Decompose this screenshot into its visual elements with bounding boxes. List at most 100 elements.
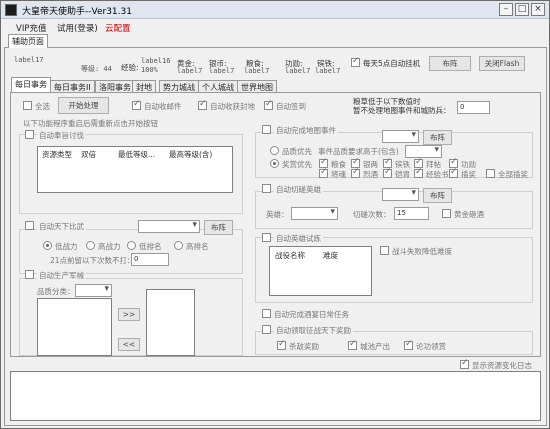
cut-times-input[interactable]: 15 bbox=[394, 207, 429, 220]
refresh-label: 21点前留以下次数不打： bbox=[50, 256, 135, 265]
restart-note: 以下功能程序重启后需重新点击开始按钮 bbox=[23, 119, 158, 128]
auto-fief-checkbox[interactable] bbox=[198, 99, 207, 110]
radio-quality-first[interactable] bbox=[270, 146, 279, 155]
show-log-checkbox[interactable] bbox=[460, 358, 469, 369]
auto-cut-checkbox[interactable] bbox=[262, 184, 271, 193]
world-battle-group bbox=[19, 229, 243, 274]
radio-high-power-label: 高战力 bbox=[98, 242, 121, 251]
quality-select[interactable] bbox=[75, 284, 112, 297]
auto-bounty-checkbox[interactable] bbox=[25, 130, 34, 139]
quality-label: 品质分类： bbox=[37, 287, 75, 296]
grain-threshold-input[interactable]: 0 bbox=[457, 101, 490, 114]
layout-button[interactable]: 布阵 bbox=[429, 56, 471, 71]
app-window: 大皇帝天使助手--Ver31.31 – □ × VIP充值 试用(登录) 云配置… bbox=[0, 0, 550, 429]
map-layout-button[interactable]: 布阵 bbox=[423, 130, 452, 145]
auto-daily-task-label: 自动完成酒宴日常任务 bbox=[274, 310, 349, 319]
auto-signin-checkbox[interactable] bbox=[264, 99, 273, 110]
radio-high-rank[interactable] bbox=[174, 241, 183, 250]
start-button[interactable]: 开始处理 bbox=[58, 97, 109, 114]
close-flash-button[interactable]: 关闭Flash bbox=[479, 56, 525, 71]
radio-high-power[interactable] bbox=[86, 241, 95, 250]
reward-armor-checkbox[interactable] bbox=[383, 167, 392, 178]
silver-value: label7 bbox=[209, 67, 235, 75]
hero-select[interactable] bbox=[291, 207, 338, 220]
reward-lottery-label: 插奖 bbox=[461, 170, 476, 179]
auto-signin-label: 自动签到 bbox=[276, 102, 306, 111]
log-area[interactable] bbox=[10, 371, 541, 421]
all-rewards-label: 全部插奖 bbox=[498, 170, 528, 179]
quality-first-label: 品质优先 bbox=[282, 147, 312, 156]
trial-table[interactable]: 战役名称 难度 bbox=[269, 246, 372, 296]
food-value: label7 bbox=[244, 67, 270, 75]
event-quality-select[interactable] bbox=[405, 145, 442, 158]
auto-production-checkbox[interactable] bbox=[25, 270, 34, 279]
auto-world-battle-checkbox[interactable] bbox=[25, 221, 34, 230]
iron-value: label7 bbox=[315, 67, 341, 75]
radio-reward-first[interactable] bbox=[270, 159, 279, 168]
radio-low-power-label: 低战力 bbox=[55, 242, 78, 251]
show-log-label: 显示资源变化日志 bbox=[472, 361, 532, 370]
move-left-button[interactable]: << bbox=[118, 338, 140, 351]
event-quality-label: 事件品质要求高于(包含) bbox=[318, 147, 399, 156]
radio-low-power[interactable] bbox=[43, 241, 52, 250]
cut-select[interactable] bbox=[382, 188, 419, 201]
app-icon bbox=[5, 4, 17, 16]
auto-mail-checkbox[interactable] bbox=[132, 99, 141, 110]
select-all-checkbox[interactable] bbox=[23, 101, 32, 110]
city-output-label: 城池产出 bbox=[360, 342, 390, 351]
auto-cut-label: 自动切磋英雄 bbox=[274, 184, 323, 195]
bounty-header-double: 双倍 bbox=[81, 150, 96, 159]
trial-header-difficulty: 难度 bbox=[323, 251, 338, 260]
bounty-header-type: 资源类型 bbox=[42, 150, 72, 159]
reward-soul-checkbox[interactable] bbox=[319, 167, 328, 178]
map-event-select[interactable] bbox=[382, 130, 419, 143]
reward-wine-checkbox[interactable] bbox=[351, 167, 360, 178]
reward-exp-book-label: 经验书 bbox=[426, 170, 449, 179]
production-selected-list[interactable] bbox=[146, 289, 195, 356]
account-label17: label17 bbox=[14, 56, 44, 64]
close-button[interactable]: × bbox=[531, 3, 545, 16]
auto-hang-checkbox[interactable] bbox=[351, 56, 360, 67]
all-rewards-checkbox[interactable] bbox=[486, 169, 495, 178]
gold-value: label7 bbox=[177, 67, 203, 75]
radio-high-rank-label: 高排名 bbox=[186, 242, 209, 251]
gold-cut-checkbox[interactable] bbox=[442, 209, 451, 218]
cut-layout-button[interactable]: 布阵 bbox=[423, 188, 452, 203]
merit-value: label7 bbox=[285, 67, 311, 75]
bounty-header-min-level: 最低等级... bbox=[118, 150, 156, 159]
world-layout-button[interactable]: 布阵 bbox=[204, 220, 233, 235]
radio-low-rank-label: 低排名 bbox=[139, 242, 162, 251]
reward-soul-label: 将魂 bbox=[331, 170, 346, 179]
menu-cloud-config[interactable]: 云配置 bbox=[105, 22, 131, 34]
minimize-button[interactable]: – bbox=[499, 3, 513, 16]
menu-trial-login[interactable]: 试用(登录) bbox=[57, 22, 98, 34]
world-battle-select[interactable] bbox=[138, 220, 200, 233]
kill-reward-checkbox[interactable] bbox=[277, 339, 286, 350]
auto-hero-trial-label: 自动英雄试炼 bbox=[274, 233, 323, 244]
auto-map-event-checkbox[interactable] bbox=[262, 125, 271, 134]
bounty-table[interactable]: 资源类型 双倍 最低等级... 最高等级(含) bbox=[37, 146, 233, 193]
auto-hero-trial-checkbox[interactable] bbox=[262, 233, 271, 242]
radio-low-rank[interactable] bbox=[127, 241, 136, 250]
auto-daily-task-checkbox[interactable] bbox=[262, 309, 271, 318]
tab-helper-page[interactable]: 辅助页面 bbox=[8, 34, 48, 48]
city-output-checkbox[interactable] bbox=[348, 339, 357, 350]
refresh-input[interactable]: 0 bbox=[131, 253, 169, 266]
auto-hang-label: 每天5点自动挂机 bbox=[363, 59, 421, 68]
auto-production-label: 自动生产军械 bbox=[37, 270, 86, 281]
trial-header-battle: 战役名称 bbox=[275, 251, 305, 260]
tab-daily[interactable]: 每日事务 bbox=[11, 77, 51, 92]
reward-lottery-checkbox[interactable] bbox=[449, 167, 458, 178]
auto-world-battle-label: 自动天下比武 bbox=[37, 221, 86, 232]
fail-lower-checkbox[interactable] bbox=[380, 246, 389, 255]
auto-conquest-checkbox[interactable] bbox=[262, 325, 271, 334]
reward-exp-book-checkbox[interactable] bbox=[414, 167, 423, 178]
production-available-list[interactable] bbox=[37, 298, 112, 356]
menu-vip-recharge[interactable]: VIP充值 bbox=[16, 22, 46, 34]
window-title: 大皇帝天使助手--Ver31.31 bbox=[22, 7, 132, 17]
kill-reward-label: 杀敌奖励 bbox=[289, 342, 319, 351]
maximize-button[interactable]: □ bbox=[515, 3, 529, 16]
gold-cut-label: 黄金砸酒 bbox=[454, 210, 484, 219]
merit-reward-checkbox[interactable] bbox=[404, 339, 413, 350]
move-right-button[interactable]: >> bbox=[118, 308, 140, 321]
